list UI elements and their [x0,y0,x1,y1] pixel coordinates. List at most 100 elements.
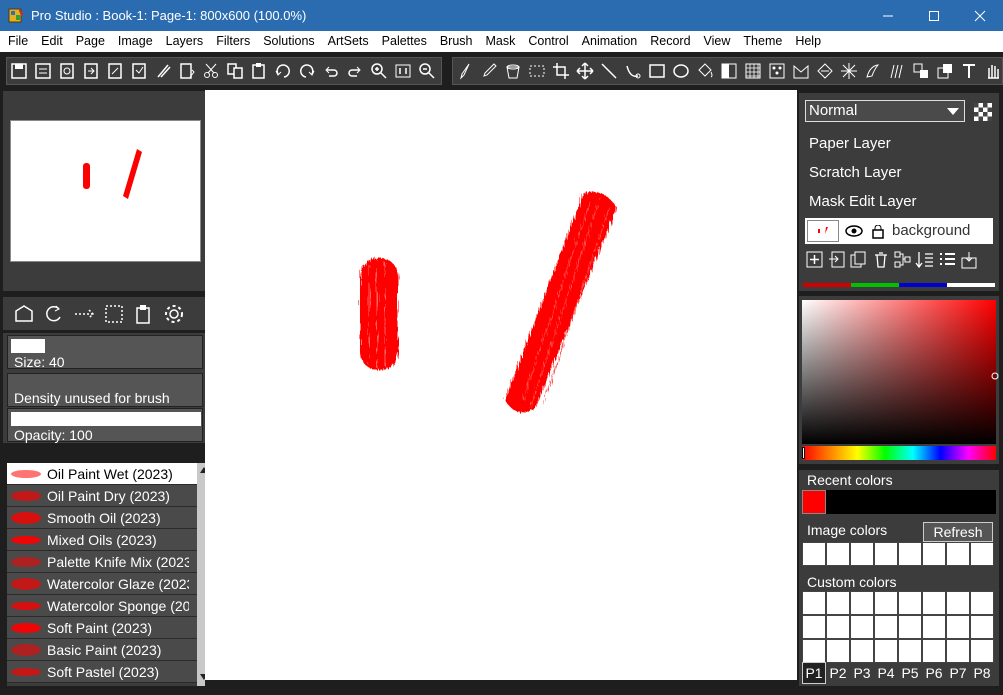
menu-animation[interactable]: Animation [582,31,638,52]
recent-color-swatch[interactable] [802,490,826,514]
rotate-canvas-button[interactable] [39,300,69,328]
stamp-tool[interactable] [933,59,957,83]
paste-button[interactable] [247,59,271,83]
brush-item[interactable]: Watercolor Sponge (2023) [7,595,205,617]
crop-tool[interactable] [549,59,573,83]
color-swatch-cell[interactable] [802,639,826,663]
palette-tab[interactable]: P4 [874,662,898,684]
layer-scratch[interactable]: Scratch Layer [805,160,993,186]
curve-tool[interactable] [621,59,645,83]
paste-canvas-button[interactable] [129,300,159,328]
color-swatch-cell[interactable] [970,639,994,663]
palette-tab[interactable]: P8 [970,662,994,684]
hue-slider[interactable] [802,446,996,460]
eyedropper-tool[interactable] [477,59,501,83]
menu-view[interactable]: View [704,31,731,52]
lock-icon[interactable] [872,225,884,239]
duplicate-layer-icon[interactable] [849,250,869,270]
undo-button[interactable] [319,59,343,83]
brush-item[interactable]: Oil Paint Wet (2023) [7,463,205,485]
color-swatch-cell[interactable] [922,542,946,566]
line-tool[interactable] [597,59,621,83]
color-swatch-cell[interactable] [826,591,850,615]
color-picker-handle[interactable] [991,372,999,380]
brush-item[interactable]: Palette Knife Mix (2023) [7,551,205,573]
blend-tool[interactable] [813,59,837,83]
menu-help[interactable]: Help [795,31,821,52]
layer-background[interactable]: background [805,218,993,244]
color-swatch-cell[interactable] [850,591,874,615]
color-swatch-cell[interactable] [970,615,994,639]
brush-item[interactable]: Basic Paint (2023) [7,639,205,661]
copy-button[interactable] [223,59,247,83]
brush-item[interactable]: Soft Pastel (2023) [7,661,205,683]
move-layer-down-icon[interactable] [915,250,935,270]
menu-image[interactable]: Image [118,31,153,52]
menu-mask[interactable]: Mask [485,31,515,52]
color-swatch-cell[interactable] [874,542,898,566]
navigator-preview[interactable] [10,120,201,262]
saturation-value-picker[interactable] [802,300,999,444]
add-layer-icon[interactable] [805,250,825,270]
color-swatch-cell[interactable] [802,615,826,639]
color-swatch-cell[interactable] [826,615,850,639]
fill-tool[interactable] [693,59,717,83]
blend-mode-select[interactable]: Normal [805,100,965,122]
color-swatch-cell[interactable] [898,639,922,663]
rotate-right-button[interactable] [295,59,319,83]
menu-edit[interactable]: Edit [41,31,63,52]
menu-control[interactable]: Control [528,31,568,52]
scroll-up-icon[interactable] [197,463,205,477]
move-tool[interactable] [573,59,597,83]
bucket-tool[interactable] [501,59,525,83]
copy-page-button[interactable] [103,59,127,83]
refresh-button[interactable]: Refresh [923,522,993,542]
smudge-tool[interactable] [861,59,885,83]
color-swatch-cell[interactable] [922,615,946,639]
zoom-out-button[interactable] [415,59,439,83]
color-swatch-cell[interactable] [946,615,970,639]
actual-size-button[interactable] [391,59,415,83]
sparkle-tool[interactable] [837,59,861,83]
menu-brush[interactable]: Brush [440,31,473,52]
merge-layer-icon[interactable] [959,250,979,270]
menu-filters[interactable]: Filters [216,31,250,52]
trash-icon[interactable] [871,250,891,270]
color-swatch-cell[interactable] [826,542,850,566]
menu-record[interactable]: Record [650,31,690,52]
color-swatch-cell[interactable] [922,639,946,663]
color-swatch-cell[interactable] [898,542,922,566]
color-swatch-cell[interactable] [802,591,826,615]
export-button[interactable] [55,59,79,83]
warp-tool[interactable] [789,59,813,83]
layer-mask-edit[interactable]: Mask Edit Layer [805,189,993,215]
menu-palettes[interactable]: Palettes [382,31,427,52]
import-layer-icon[interactable] [827,250,847,270]
rotate-left-button[interactable] [271,59,295,83]
color-swatch-cell[interactable] [850,615,874,639]
menu-page[interactable]: Page [76,31,105,52]
flip-canvas-button[interactable] [9,300,39,328]
group-layer-icon[interactable] [893,250,913,270]
drawing-canvas[interactable] [205,90,797,680]
palette-tab[interactable]: P5 [898,662,922,684]
color-swatch-cell[interactable] [970,591,994,615]
menu-file[interactable]: File [8,31,28,52]
eye-icon[interactable] [845,224,863,238]
color-swatch-cell[interactable] [946,639,970,663]
clone-tool[interactable] [909,59,933,83]
canvas-settings-button[interactable] [159,300,189,328]
color-swatch-cell[interactable] [874,639,898,663]
rectangle-tool[interactable] [645,59,669,83]
size-slider[interactable]: Size: 40 [7,335,203,370]
zoom-in-button[interactable] [367,59,391,83]
redo-button[interactable] [343,59,367,83]
brush-list-scrollbar[interactable] [197,463,205,686]
layer-paper[interactable]: Paper Layer [805,131,993,157]
brush-stroke-button[interactable] [151,59,175,83]
hair-tool[interactable] [885,59,909,83]
color-swatch-cell[interactable] [970,542,994,566]
pan-canvas-button[interactable] [69,300,99,328]
transparency-icon[interactable] [974,103,992,121]
color-swatch-cell[interactable] [946,591,970,615]
